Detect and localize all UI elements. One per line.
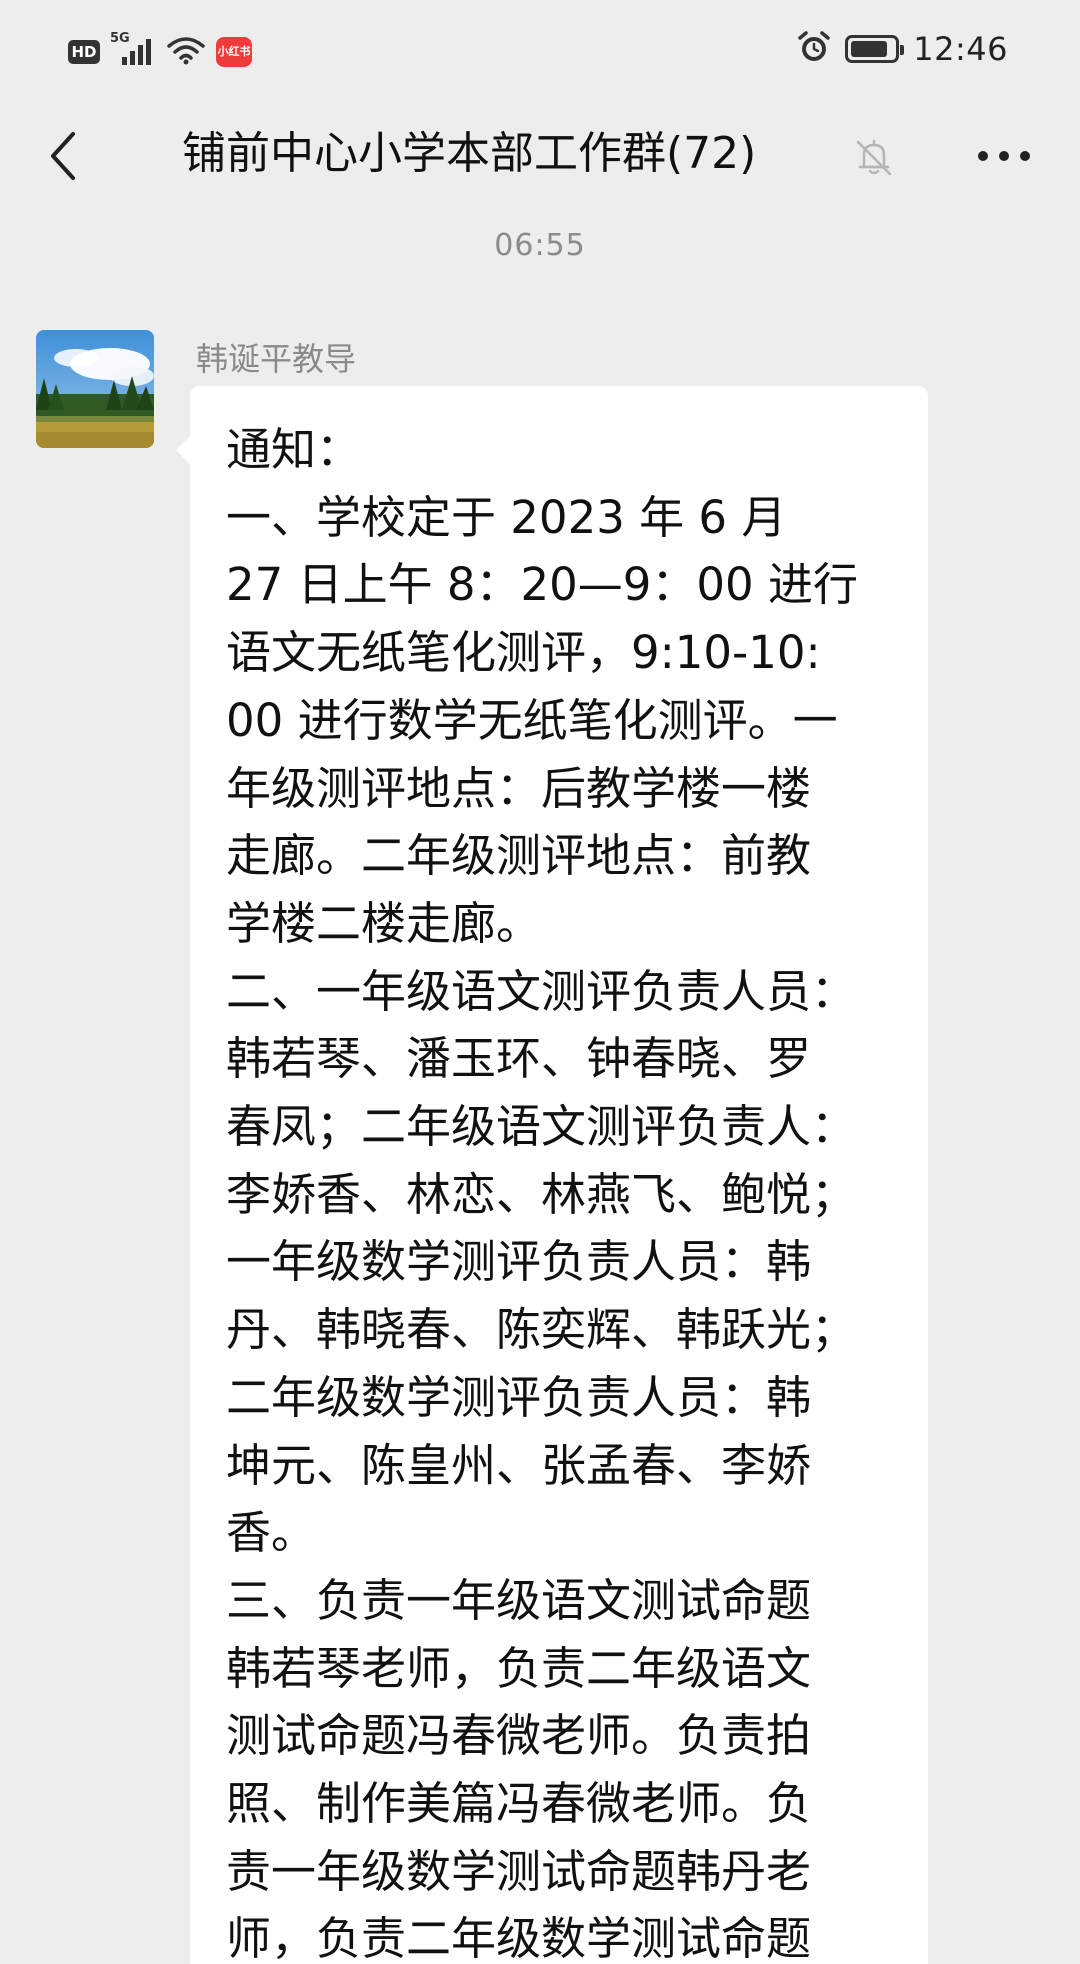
message-line: 韩若琴老师，负责二年级语文 xyxy=(226,1641,812,1695)
battery-icon xyxy=(845,35,905,63)
message-line: 师，负责二年级数学测试命题 xyxy=(226,1912,812,1964)
message-line: 通知： xyxy=(226,423,362,476)
message-line: 27 日上午 8：20—9：00 进行 xyxy=(226,558,858,612)
message-line: 一年级数学测评负责人员：韩 xyxy=(226,1235,812,1289)
status-bar-left: HD 5G 小红书 xyxy=(68,31,252,70)
back-button[interactable] xyxy=(28,118,98,194)
status-bar-right: 12:46 xyxy=(797,30,1008,68)
chevron-left-icon xyxy=(51,132,75,180)
signal-icon: 5G xyxy=(110,31,156,69)
wifi-icon xyxy=(166,34,206,70)
message-line: 丹、韩晓春、陈奕辉、韩跃光； xyxy=(226,1303,857,1357)
bell-muted-icon xyxy=(852,136,896,180)
message-line: 责一年级数学测试命题韩丹老 xyxy=(226,1844,812,1898)
message-line: 年级测评地点：后教学楼一楼 xyxy=(226,761,812,815)
chat-header: 铺前中心小学本部工作群(72) xyxy=(0,100,1080,212)
battery-tip xyxy=(900,45,905,55)
message-timestamp: 06:55 xyxy=(494,228,586,263)
more-button[interactable] xyxy=(964,126,1044,186)
message-line: 00 进行数学无纸笔化测评。一 xyxy=(226,693,838,747)
message-line: 照、制作美篇冯春微老师。负 xyxy=(226,1777,812,1831)
chat-title: 铺前中心小学本部工作群(72) xyxy=(182,128,757,179)
message-line: 李娇香、林恋、林燕飞、鲍悦； xyxy=(226,1167,857,1221)
message-line: 学楼二楼走廊。 xyxy=(226,896,542,950)
message-line: 三、负责一年级语文测试命题 xyxy=(226,1573,812,1627)
alarm-icon xyxy=(797,30,831,68)
message-line: 走廊。二年级测评地点：前教 xyxy=(226,829,812,883)
app-notification-icon: 小红书 xyxy=(216,37,252,67)
message-line: 二年级数学测评负责人员：韩 xyxy=(226,1370,812,1424)
message-line: 二、一年级语文测评负责人员： xyxy=(226,964,857,1018)
message-line: 春凤；二年级语文测评负责人： xyxy=(226,1100,857,1154)
chat-screen: HD 5G 小红书 12:46 铺前中心小学本部工作群(72) 06:55 韩诞… xyxy=(0,0,1080,1964)
message-line: 一、学校定于 2023 年 6 月 xyxy=(226,490,787,544)
message-bubble[interactable]: 通知： 一、学校定于 2023 年 6 月 27 日上午 8：20—9：00 进行语… xyxy=(176,386,928,1964)
message-line: 测试命题冯春微老师。负责拍 xyxy=(226,1709,812,1763)
battery-level xyxy=(851,41,888,57)
message-line: 语文无纸笔化测评，9:10-10: xyxy=(226,626,821,680)
message-line: 坤元、陈皇州、张孟春、李娇 xyxy=(226,1438,812,1492)
status-bar: HD 5G 小红书 12:46 xyxy=(0,0,1080,100)
more-dots-icon xyxy=(978,151,1030,161)
sender-avatar[interactable] xyxy=(36,330,154,448)
sender-name: 韩诞平教导 xyxy=(196,340,357,378)
message-line: 韩若琴、潘玉环、钟春晓、罗 xyxy=(226,1032,812,1086)
message-line: 香。 xyxy=(226,1506,317,1560)
hd-icon: HD xyxy=(68,40,100,64)
status-time: 12:46 xyxy=(913,30,1008,68)
